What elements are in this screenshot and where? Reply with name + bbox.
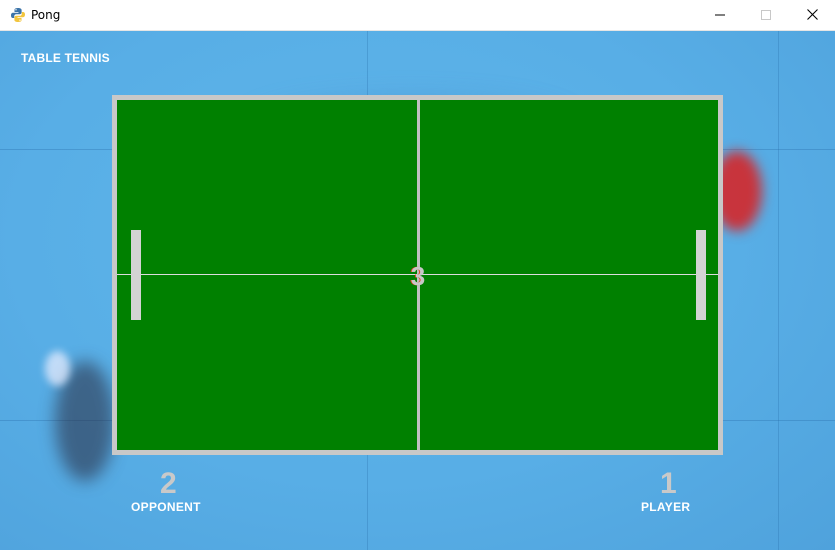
opponent-score: 2 bbox=[160, 467, 177, 500]
window-titlebar: Pong bbox=[0, 0, 835, 31]
player-label: PLAYER bbox=[641, 500, 691, 514]
maximize-icon bbox=[761, 7, 771, 25]
minimize-button[interactable] bbox=[697, 0, 743, 31]
window-title: Pong bbox=[31, 8, 61, 22]
player-score: 1 bbox=[660, 467, 677, 500]
python-icon bbox=[10, 7, 26, 23]
player-paddle[interactable] bbox=[696, 230, 706, 320]
ball: 3 bbox=[410, 261, 426, 291]
maximize-button[interactable] bbox=[743, 0, 789, 31]
opponent-paddle bbox=[131, 230, 141, 320]
game-caption: TABLE TENNIS bbox=[21, 51, 110, 65]
minimize-icon bbox=[715, 7, 725, 25]
opponent-shoe bbox=[45, 351, 70, 386]
close-button[interactable] bbox=[789, 0, 835, 31]
close-icon bbox=[806, 7, 818, 25]
opponent-label: OPPONENT bbox=[131, 500, 201, 514]
floor-seam bbox=[778, 31, 779, 550]
